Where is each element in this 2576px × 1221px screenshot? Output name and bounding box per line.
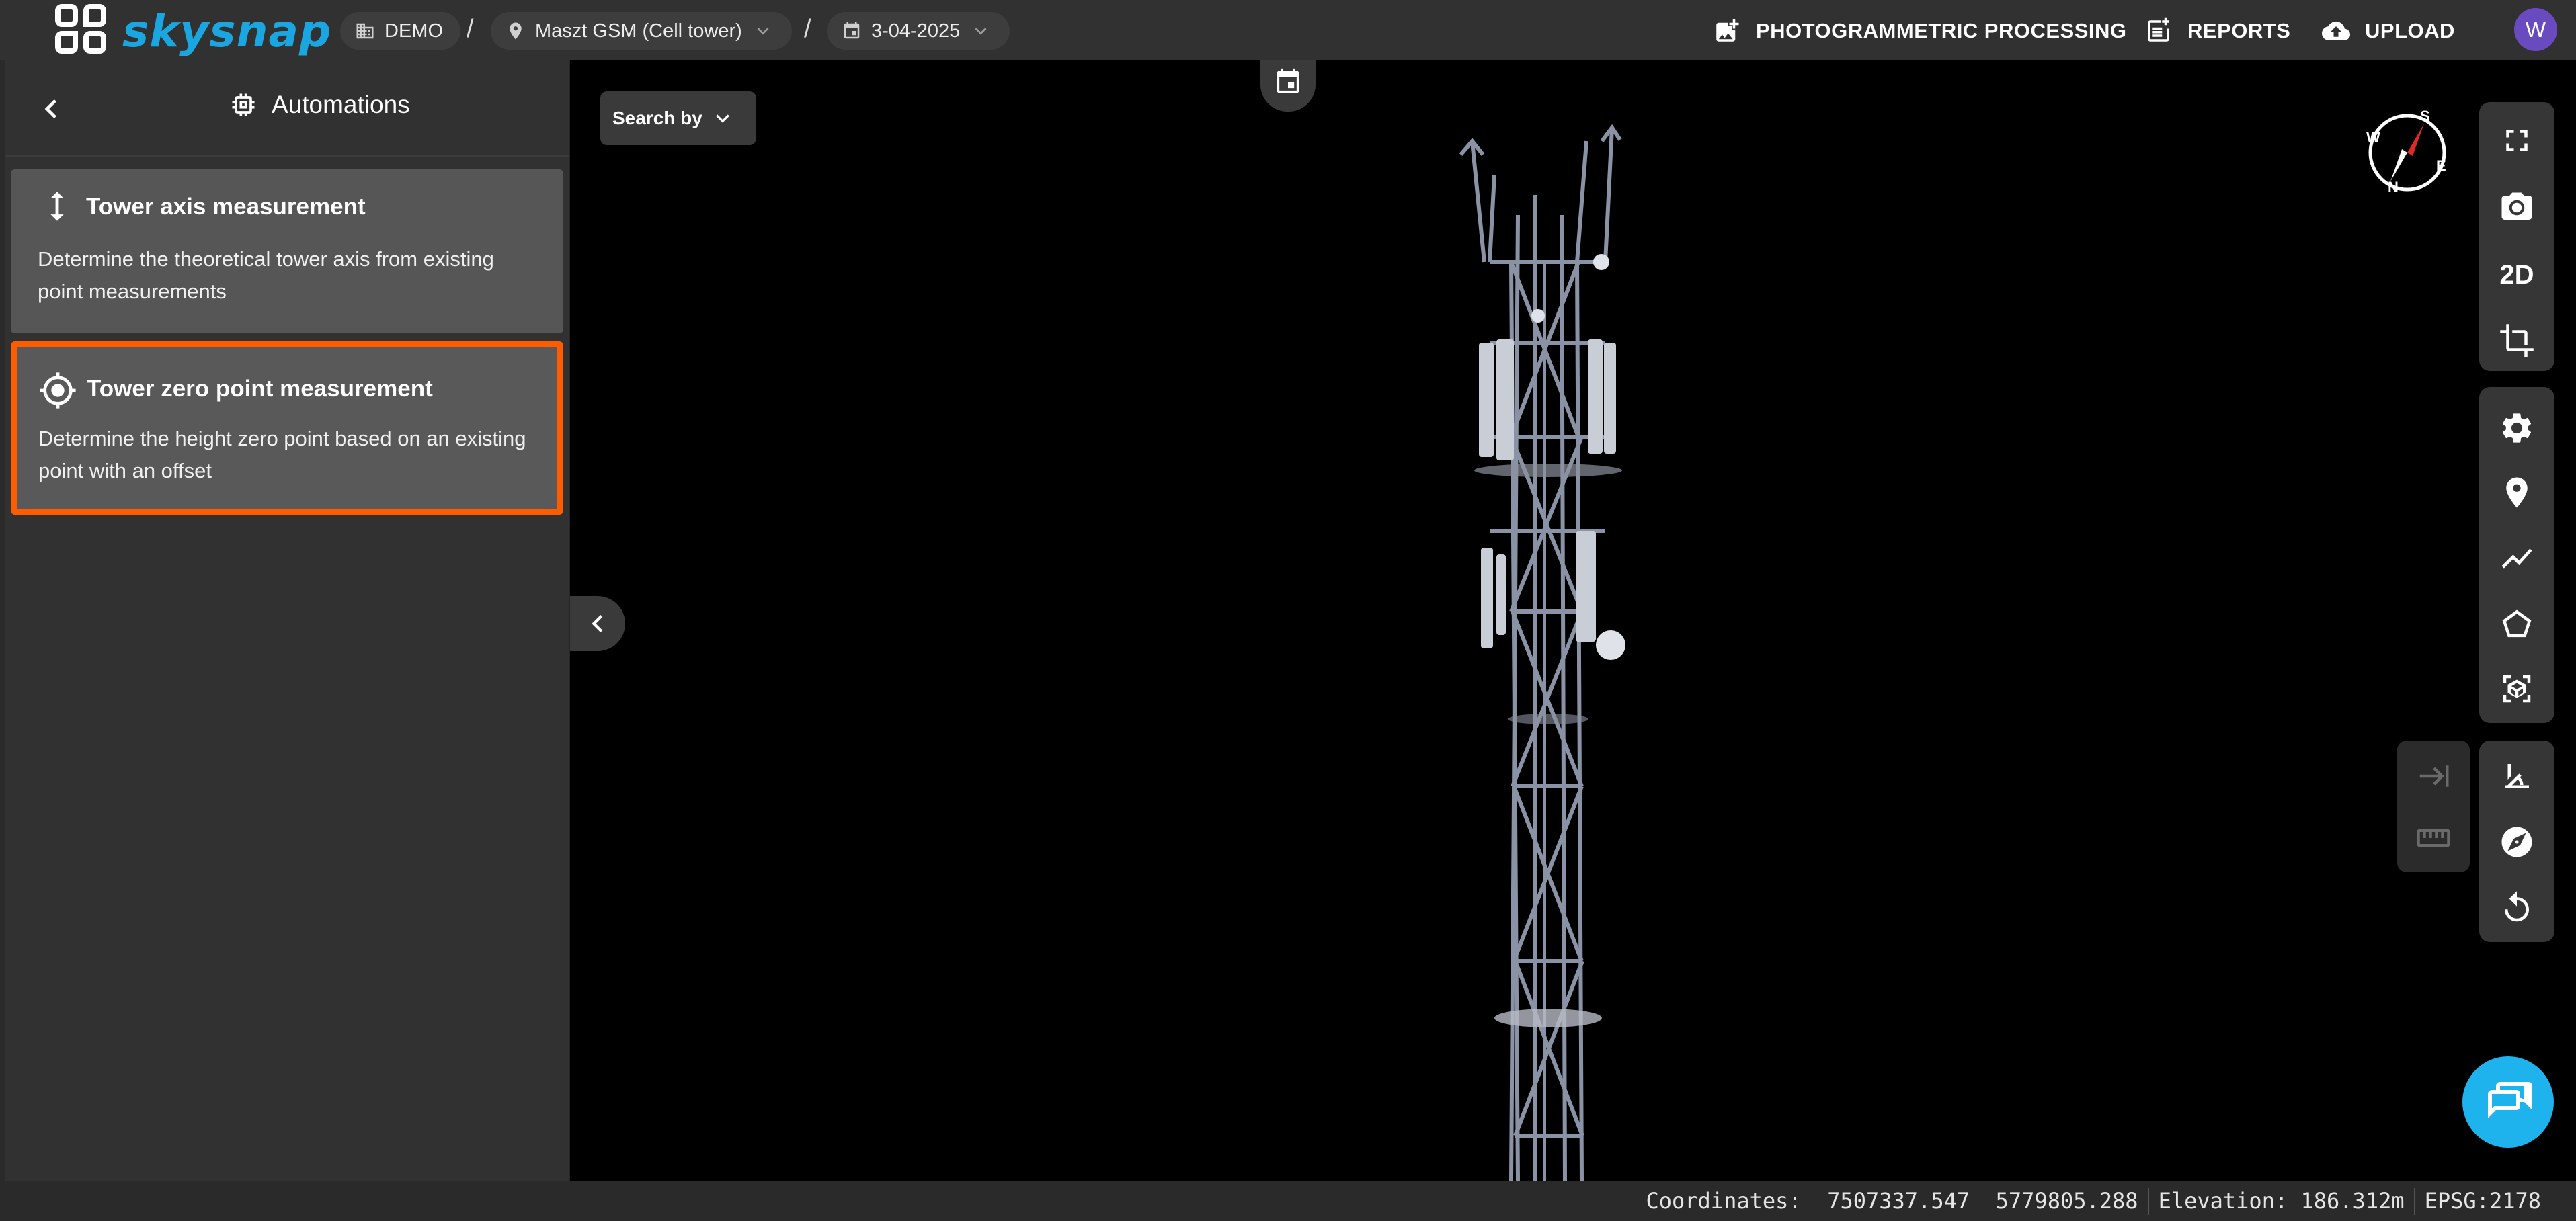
- breadcrumb-separator: /: [804, 15, 811, 43]
- chat-icon: [2488, 1082, 2532, 1118]
- coordinate-x: 7507337.547: [1827, 1188, 1970, 1214]
- compass-icon[interactable]: S N W E: [2364, 109, 2451, 196]
- card-description: Determine the height zero point based on…: [38, 427, 526, 482]
- ruler-icon: [2417, 829, 2450, 847]
- polyline-icon: [2501, 548, 2532, 569]
- collapse-sidebar-button[interactable]: [570, 596, 625, 651]
- brand-name: skysnap: [122, 5, 332, 57]
- epsg-code: EPSG:2178: [2424, 1188, 2541, 1214]
- chevron-down-icon: [715, 114, 729, 123]
- sidebar-title-label: Automations: [272, 91, 410, 118]
- navigate-button[interactable]: [2479, 812, 2554, 872]
- crop-icon: [2500, 324, 2534, 357]
- point-tool-button[interactable]: [2479, 462, 2554, 523]
- angle-ruler-icon: [2505, 764, 2529, 788]
- horizontal-distance-button[interactable]: [2397, 746, 2470, 806]
- card-title: Tower axis measurement: [86, 194, 366, 220]
- building-icon: [356, 23, 374, 39]
- project-label: Maszt GSM (Cell tower): [535, 19, 742, 42]
- annotation-toolbar: [2479, 387, 2554, 723]
- sidebar-title: Automations: [229, 90, 410, 120]
- cube-scan-icon: [2503, 675, 2531, 703]
- automations-sidebar: Automations Tower axis measurement Deter…: [0, 60, 570, 1181]
- gear-icon: [2502, 413, 2532, 443]
- explore-icon: [2501, 827, 2532, 857]
- coordinates-label: Coordinates:: [1646, 1188, 1802, 1214]
- upload-label: UPLOAD: [2365, 19, 2455, 42]
- angle-tool-button[interactable]: [2479, 746, 2554, 806]
- ruler-button[interactable]: [2397, 808, 2470, 868]
- automation-card-tower-axis[interactable]: Tower axis measurement Determine the the…: [11, 169, 563, 333]
- elevation-label: Elevation:: [2158, 1188, 2288, 1214]
- breadcrumb-date[interactable]: 3-04-2025: [827, 12, 1010, 50]
- back-button[interactable]: [32, 90, 70, 128]
- volume-tool-button[interactable]: [2479, 659, 2554, 719]
- chevron-down-icon: [975, 28, 987, 35]
- arrow-to-line-icon: [2419, 765, 2449, 787]
- breadcrumb-project[interactable]: Maszt GSM (Cell tower): [491, 12, 792, 50]
- view-toolbar: 2D: [2479, 102, 2554, 371]
- compass-letter: S: [2420, 109, 2430, 124]
- camera-icon: [2501, 192, 2532, 220]
- compass-letter: N: [2388, 179, 2399, 196]
- vertical-arrows-icon: [38, 187, 77, 226]
- coordinate-y: 5779805.288: [1995, 1188, 2138, 1214]
- location-pin-icon: [510, 22, 522, 40]
- processing-label: PHOTOGRAMMETRIC PROCESSING: [1756, 19, 2127, 42]
- chip-icon: [232, 93, 255, 116]
- 2d-mode-button[interactable]: 2D: [2479, 245, 2554, 305]
- logo-mark-icon: [55, 4, 110, 58]
- skysnap-logo[interactable]: skysnap: [55, 4, 331, 58]
- measurement-subtools: [2397, 741, 2470, 872]
- breadcrumb-separator: /: [467, 15, 474, 43]
- add-photo-icon: [1716, 19, 1739, 42]
- cloud-upload-icon: [2322, 21, 2350, 40]
- organization-label: DEMO: [385, 19, 443, 42]
- report-add-icon: [2148, 17, 2169, 42]
- chevron-down-icon: [757, 28, 769, 35]
- elevation-value: 186.312m: [2300, 1188, 2405, 1214]
- sidebar-header: Automations: [5, 60, 569, 157]
- date-label: 3-04-2025: [871, 19, 961, 42]
- breadcrumb-organization[interactable]: DEMO: [340, 12, 460, 50]
- coordinate-readout: Coordinates: 7507337.547 5779805.288 Ele…: [1646, 1188, 2541, 1215]
- fullscreen-button[interactable]: [2479, 110, 2554, 171]
- fullscreen-icon: [2506, 130, 2528, 151]
- user-avatar[interactable]: W: [2514, 8, 2557, 51]
- point-cloud-viewer[interactable]: Search by S N W E 2D: [570, 60, 2576, 1181]
- chat-support-button[interactable]: [2462, 1056, 2554, 1148]
- status-bar: Coordinates: 7507337.547 5779805.288 Ele…: [0, 1181, 2576, 1221]
- automation-card-tower-zero-point[interactable]: Tower zero point measurement Determine t…: [11, 341, 563, 515]
- rotate-icon: [2505, 891, 2529, 922]
- polyline-tool-button[interactable]: [2479, 528, 2554, 589]
- reports-label: REPORTS: [2187, 19, 2291, 42]
- reports-button[interactable]: REPORTS: [2144, 12, 2290, 50]
- top-bar: skysnap DEMO / Maszt GSM (Cell tower) / …: [0, 0, 2576, 60]
- calendar-icon: [844, 22, 860, 39]
- measurement-toolbar: [2479, 741, 2554, 942]
- photogrammetric-processing-button[interactable]: PHOTOGRAMMETRIC PROCESSING: [1713, 12, 2127, 50]
- upload-button[interactable]: UPLOAD: [2322, 12, 2455, 50]
- card-description: Determine the theoretical tower axis fro…: [38, 247, 494, 303]
- search-by-dropdown[interactable]: Search by: [600, 91, 756, 145]
- calendar-event-icon: [1277, 68, 1299, 93]
- screenshot-button[interactable]: [2479, 177, 2554, 238]
- crosshair-icon: [38, 371, 77, 410]
- location-pin-icon: [2506, 477, 2528, 508]
- chevron-left-icon: [44, 99, 56, 118]
- pentagon-icon: [2502, 609, 2532, 638]
- 2d-label: 2D: [2499, 259, 2534, 290]
- compass-letter: E: [2436, 157, 2446, 174]
- chevron-left-icon: [592, 615, 603, 632]
- card-title: Tower zero point measurement: [87, 376, 433, 402]
- reset-rotation-button[interactable]: [2479, 878, 2554, 938]
- settings-button[interactable]: [2479, 398, 2554, 458]
- search-by-label: Search by: [612, 108, 702, 128]
- cell-tower-point-cloud: [1459, 124, 1625, 1181]
- compass-letter: W: [2366, 129, 2380, 146]
- crop-button[interactable]: [2479, 310, 2554, 371]
- polygon-tool-button[interactable]: [2479, 594, 2554, 655]
- timeline-toggle-button[interactable]: [1260, 60, 1316, 112]
